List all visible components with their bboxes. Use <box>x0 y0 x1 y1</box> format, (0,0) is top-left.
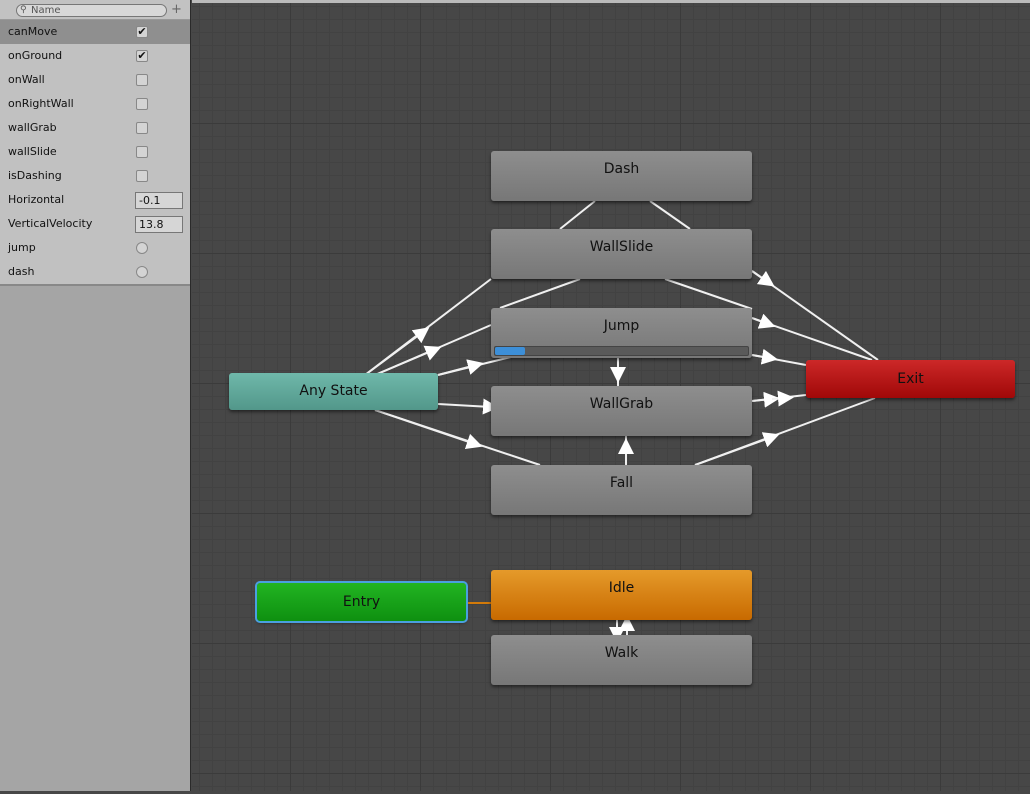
parameter-name: onGround <box>8 49 63 62</box>
parameters-panel: ⚲ Name + canMove ✔ onGround ✔ onWall onRightWa… <box>0 0 191 791</box>
parameter-name: Horizontal <box>8 193 65 206</box>
parameter-row[interactable]: isDashing <box>0 164 190 188</box>
parameters-header: ⚲ Name + <box>0 0 190 20</box>
parameter-row[interactable]: canMove ✔ <box>0 20 190 44</box>
state-dash[interactable]: Dash <box>491 151 752 201</box>
parameter-checkbox[interactable] <box>136 98 148 110</box>
parameter-row[interactable]: onRightWall <box>0 92 190 116</box>
parameter-checkbox[interactable] <box>136 122 148 134</box>
search-icon: ⚲ <box>20 5 27 15</box>
parameter-row[interactable]: dash <box>0 260 190 284</box>
parameter-name: wallSlide <box>8 145 57 158</box>
parameter-value-field[interactable]: 13.8 <box>135 216 183 233</box>
state-wallslide[interactable]: WallSlide <box>491 229 752 279</box>
progress-fill <box>495 347 526 355</box>
parameter-name: isDashing <box>8 169 62 182</box>
parameter-name: dash <box>8 265 35 278</box>
transition-arrow <box>364 327 430 376</box>
parameter-name: onWall <box>8 73 45 86</box>
state-idle[interactable]: Idle <box>491 570 752 620</box>
parameter-trigger-radio[interactable] <box>136 266 148 278</box>
search-input[interactable]: ⚲ Name <box>16 4 167 17</box>
parameter-name: wallGrab <box>8 121 57 134</box>
add-parameter-button[interactable]: + <box>171 2 182 17</box>
state-exit[interactable]: Exit <box>806 360 1015 398</box>
state-jump[interactable]: Jump <box>491 308 752 358</box>
parameter-list: canMove ✔ onGround ✔ onWall onRightWall wallGr… <box>0 20 190 286</box>
state-any-state[interactable]: Any State <box>229 373 438 410</box>
parameter-row[interactable]: onWall <box>0 68 190 92</box>
state-wallgrab[interactable]: WallGrab <box>491 386 752 436</box>
state-entry[interactable]: Entry <box>255 581 468 623</box>
parameter-row[interactable]: onGround ✔ <box>0 44 190 68</box>
parameter-name: canMove <box>8 25 58 38</box>
parameter-row[interactable]: jump <box>0 236 190 260</box>
parameter-checkbox[interactable] <box>136 74 148 86</box>
state-progress-bar <box>494 346 749 356</box>
parameter-checkbox[interactable]: ✔ <box>136 26 148 38</box>
parameter-checkbox[interactable] <box>136 146 148 158</box>
state-fall[interactable]: Fall <box>491 465 752 515</box>
parameter-name: onRightWall <box>8 97 74 110</box>
state-walk[interactable]: Walk <box>491 635 752 685</box>
parameter-row[interactable]: wallGrab <box>0 116 190 140</box>
animator-graph[interactable]: Dash WallSlide Jump WallGrab Fall Walk I… <box>192 0 1030 791</box>
parameter-row[interactable]: Horizontal -0.1 <box>0 188 190 212</box>
parameter-checkbox[interactable] <box>136 170 148 182</box>
parameter-row[interactable]: wallSlide <box>0 140 190 164</box>
parameter-row[interactable]: VerticalVelocity 13.8 <box>0 212 190 236</box>
parameter-value-field[interactable]: -0.1 <box>135 192 183 209</box>
parameter-trigger-radio[interactable] <box>136 242 148 254</box>
parameter-name: jump <box>8 241 36 254</box>
parameter-checkbox[interactable]: ✔ <box>136 50 148 62</box>
parameter-name: VerticalVelocity <box>8 217 93 230</box>
